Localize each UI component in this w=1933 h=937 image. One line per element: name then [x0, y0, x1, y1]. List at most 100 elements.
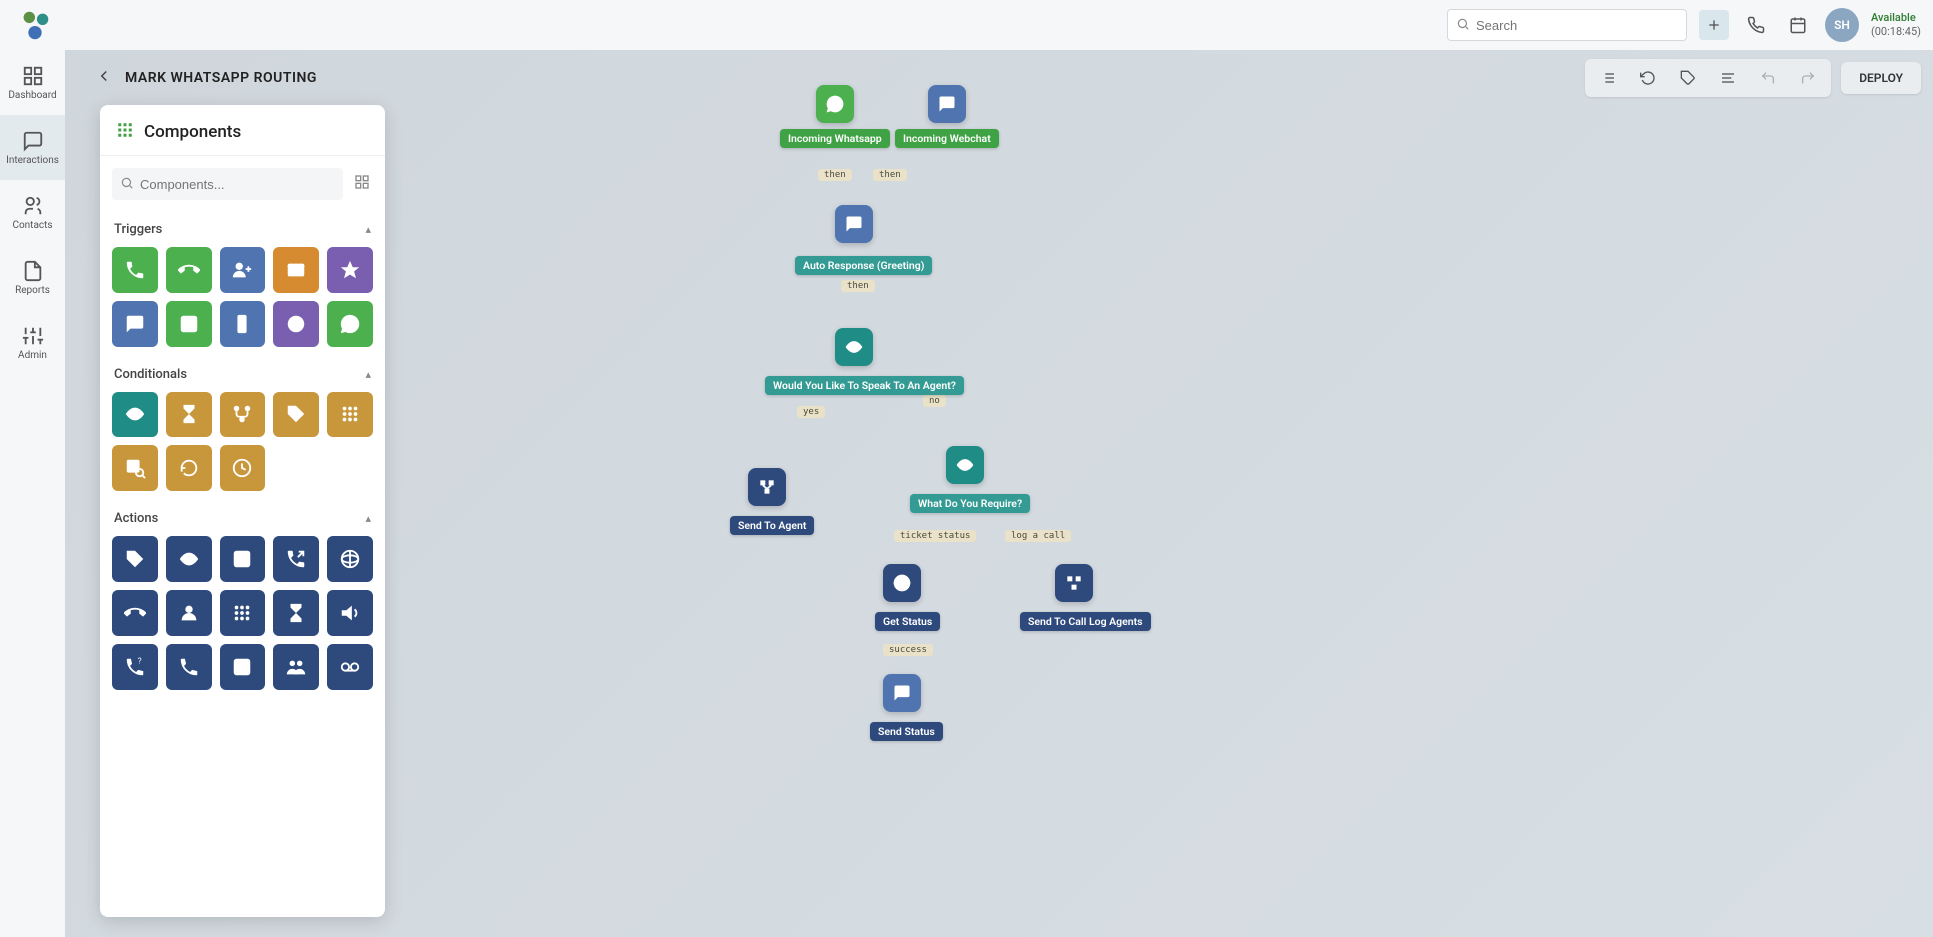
action-team-tile[interactable] — [273, 644, 319, 690]
components-search[interactable] — [112, 168, 343, 200]
list-view-button[interactable] — [1589, 63, 1627, 93]
action-hangup-tile[interactable] — [112, 590, 158, 636]
auto-layout-button[interactable] — [1709, 63, 1747, 93]
search-icon — [1456, 16, 1470, 35]
page-title-row: MARK WHATSAPP ROUTING DEPLOY — [95, 58, 1921, 98]
node-call-log-icon[interactable] — [1055, 564, 1093, 602]
trigger-task-complete-tile[interactable] — [166, 301, 212, 347]
action-webhook-tile[interactable] — [327, 536, 373, 582]
node-ask-agent[interactable]: Would You Like To Speak To An Agent? — [765, 370, 964, 395]
trigger-whatsapp-tile[interactable] — [327, 301, 373, 347]
deploy-button[interactable]: DEPLOY — [1841, 62, 1921, 94]
action-assign-tile[interactable] — [166, 590, 212, 636]
conditional-keypad-tile[interactable] — [327, 392, 373, 438]
back-button[interactable] — [95, 67, 113, 89]
user-avatar[interactable]: SH — [1825, 8, 1859, 42]
conditional-branch-tile[interactable] — [220, 392, 266, 438]
node-auto-response-label[interactable]: Auto Response (Greeting) — [795, 250, 932, 275]
flow-icon — [748, 468, 786, 506]
panel-view-toggle[interactable] — [351, 174, 373, 194]
action-callback-tile[interactable] — [220, 644, 266, 690]
conditional-hourglass-tile[interactable] — [166, 392, 212, 438]
node-webhook-icon[interactable] — [883, 564, 921, 602]
node-label: Incoming Whatsapp — [780, 129, 890, 148]
eye-icon — [835, 328, 873, 366]
action-play-audio-tile[interactable] — [327, 590, 373, 636]
trigger-incoming-chat-tile[interactable] — [112, 301, 158, 347]
eye-icon — [946, 446, 984, 484]
new-button[interactable] — [1699, 10, 1729, 40]
section-conditionals-label: Conditionals — [114, 367, 187, 382]
nav-reports[interactable]: Reports — [0, 245, 65, 310]
node-send-status-chat[interactable] — [883, 674, 921, 712]
undo-button[interactable] — [1749, 63, 1787, 93]
action-dtmf-tile[interactable] — [220, 590, 266, 636]
edge-then-greet: then — [841, 280, 875, 292]
section-actions-label: Actions — [114, 511, 158, 526]
availability-timer: (00:18:45) — [1871, 25, 1921, 39]
trigger-new-contact-tile[interactable] — [220, 247, 266, 293]
calendar-button[interactable] — [1783, 10, 1813, 40]
nav-dashboard-label: Dashboard — [8, 90, 56, 101]
node-label: Send To Call Log Agents — [1020, 612, 1151, 631]
edge-success: success — [883, 644, 933, 656]
global-search-input[interactable] — [1476, 18, 1678, 33]
section-triggers-tiles — [112, 247, 373, 353]
edge-yes: yes — [797, 406, 825, 418]
node-label: Send To Agent — [730, 516, 814, 535]
components-search-input[interactable] — [140, 177, 335, 192]
node-decision-2[interactable] — [946, 446, 984, 484]
action-transfer-tile[interactable] — [273, 536, 319, 582]
conditional-lookup-tile[interactable] — [112, 445, 158, 491]
node-label: Would You Like To Speak To An Agent? — [765, 376, 964, 395]
section-actions-header[interactable]: Actions ▴ — [112, 497, 373, 536]
availability-status: Available — [1871, 11, 1921, 25]
node-auto-response-chat[interactable] — [835, 205, 873, 243]
conditional-retry-tile[interactable] — [166, 445, 212, 491]
node-decision-1[interactable] — [835, 328, 873, 366]
nav-admin[interactable]: Admin — [0, 310, 65, 375]
dialer-button[interactable] — [1741, 10, 1771, 40]
trigger-hangup-tile[interactable] — [166, 247, 212, 293]
redo-button[interactable] — [1789, 63, 1827, 93]
node-what-require[interactable]: What Do You Require? — [910, 488, 1030, 513]
node-label: Incoming Webchat — [895, 129, 999, 148]
flow-canvas[interactable]: MARK WHATSAPP ROUTING DEPLOY — [65, 50, 1933, 937]
trigger-scheduled-tile[interactable] — [273, 301, 319, 347]
page-title: MARK WHATSAPP ROUTING — [125, 70, 317, 86]
trigger-campaign-tile[interactable] — [327, 247, 373, 293]
section-conditionals-header[interactable]: Conditionals ▴ — [112, 353, 373, 392]
action-monitor-tile[interactable] — [166, 536, 212, 582]
trigger-inbound-call-tile[interactable] — [112, 247, 158, 293]
section-triggers-header[interactable]: Triggers ▴ — [112, 208, 373, 247]
action-wait-tile[interactable] — [273, 590, 319, 636]
action-voicemail-tile[interactable] — [327, 644, 373, 690]
action-favorite-tile[interactable] — [220, 536, 266, 582]
action-call-unknown-tile[interactable]: ? — [112, 644, 158, 690]
tags-button[interactable] — [1669, 63, 1707, 93]
action-tag-tile[interactable] — [112, 536, 158, 582]
svg-text:?: ? — [138, 656, 142, 666]
edge-ticket-status: ticket status — [894, 530, 976, 542]
components-panel: Components Triggers ▴ — [100, 105, 385, 917]
global-search[interactable] — [1447, 9, 1687, 41]
conditional-tag-tile[interactable] — [273, 392, 319, 438]
chevron-up-icon: ▴ — [365, 368, 371, 381]
node-send-to-agent[interactable]: Send To Agent — [730, 510, 814, 535]
trigger-incoming-email-tile[interactable] — [273, 247, 319, 293]
chat-icon — [835, 205, 873, 243]
history-button[interactable] — [1629, 63, 1667, 93]
nav-interactions[interactable]: Interactions — [0, 115, 65, 180]
node-send-to-agent-icon[interactable] — [748, 468, 786, 506]
availability-indicator[interactable]: Available (00:18:45) — [1871, 11, 1921, 40]
action-dial-tile[interactable] — [166, 644, 212, 690]
nav-contacts[interactable]: Contacts — [0, 180, 65, 245]
nav-admin-label: Admin — [18, 350, 47, 361]
node-get-status[interactable]: Get Status — [875, 606, 940, 631]
conditional-time-tile[interactable] — [220, 445, 266, 491]
conditional-decision-tile[interactable] — [112, 392, 158, 438]
nav-dashboard[interactable]: Dashboard — [0, 50, 65, 115]
node-send-status[interactable]: Send Status — [870, 716, 943, 741]
node-send-call-log[interactable]: Send To Call Log Agents — [1020, 606, 1151, 631]
trigger-mobile-tile[interactable] — [220, 301, 266, 347]
